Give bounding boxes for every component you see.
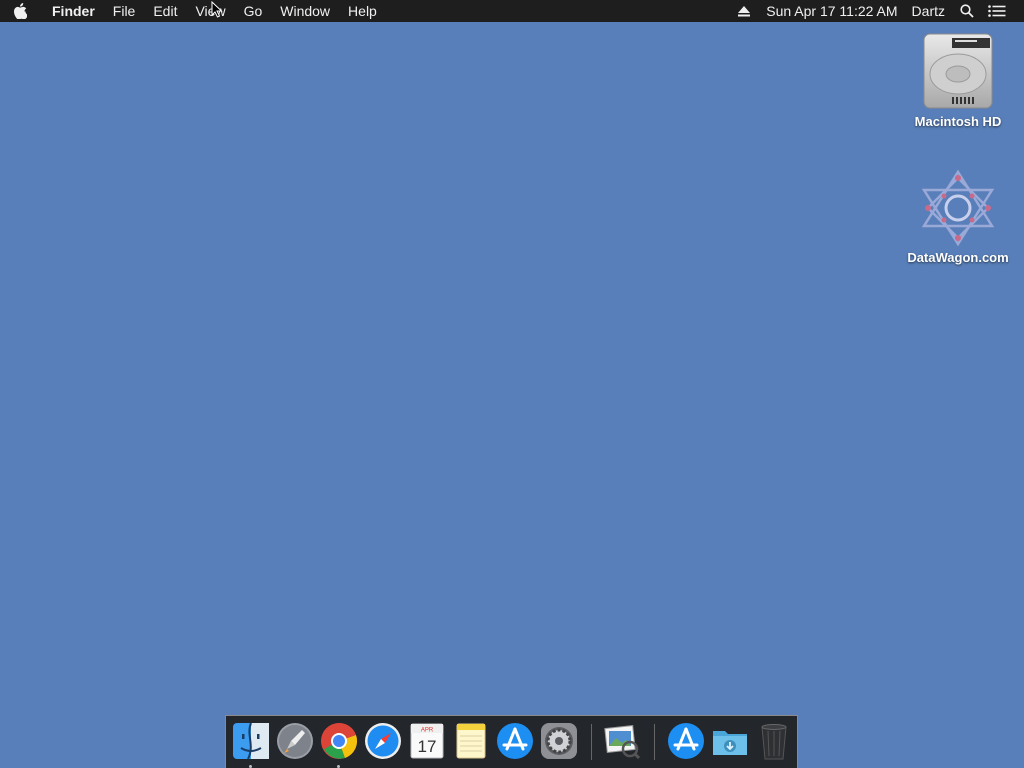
dock-app-store-icon[interactable] [495,721,535,761]
notification-center-icon[interactable] [982,0,1012,22]
dock-system-preferences-icon[interactable] [539,721,579,761]
dock-chrome-icon[interactable] [319,721,359,768]
dock-preview-icon[interactable] [602,721,642,761]
desktop-icon-label: DataWagon.com [907,250,1009,265]
menu-app-finder[interactable]: Finder [43,0,104,22]
eject-icon[interactable] [729,0,759,22]
dock: APR 17 [225,715,798,768]
dock-safari-icon[interactable] [363,721,403,761]
menu-edit[interactable]: Edit [144,0,186,22]
mouse-cursor-icon [211,0,223,23]
dock-trash-icon[interactable] [754,721,794,761]
hard-drive-icon [898,30,1018,112]
calendar-month: APR [421,728,434,734]
menu-go[interactable]: Go [235,0,272,22]
spotlight-search-icon[interactable] [952,0,982,22]
menu-help[interactable]: Help [339,0,386,22]
dock-finder-icon[interactable] [231,721,271,768]
dock-applications-folder-icon[interactable] [666,721,706,761]
desktop-icon-macintosh-hd[interactable]: Macintosh HD [898,30,1018,129]
dock-notes-icon[interactable] [451,721,491,761]
apple-logo-icon[interactable] [13,0,43,22]
menu-window[interactable]: Window [271,0,339,22]
dock-separator [654,724,655,760]
menubar-clock[interactable]: Sun Apr 17 11:22 AM [759,0,904,22]
menubar-user[interactable]: Dartz [905,0,952,22]
dock-downloads-folder-icon[interactable] [710,721,750,761]
menu-bar: Finder File Edit View Go Window Help Sun… [0,0,1024,22]
network-share-icon [898,168,1018,248]
calendar-day: 17 [418,737,437,756]
dock-calendar-icon[interactable]: APR 17 [407,721,447,761]
dock-launchpad-icon[interactable] [275,721,315,761]
menu-file[interactable]: File [104,0,145,22]
desktop-icon-datawagon[interactable]: DataWagon.com [898,168,1018,265]
dock-separator [591,724,592,760]
desktop-icon-label: Macintosh HD [914,114,1002,129]
